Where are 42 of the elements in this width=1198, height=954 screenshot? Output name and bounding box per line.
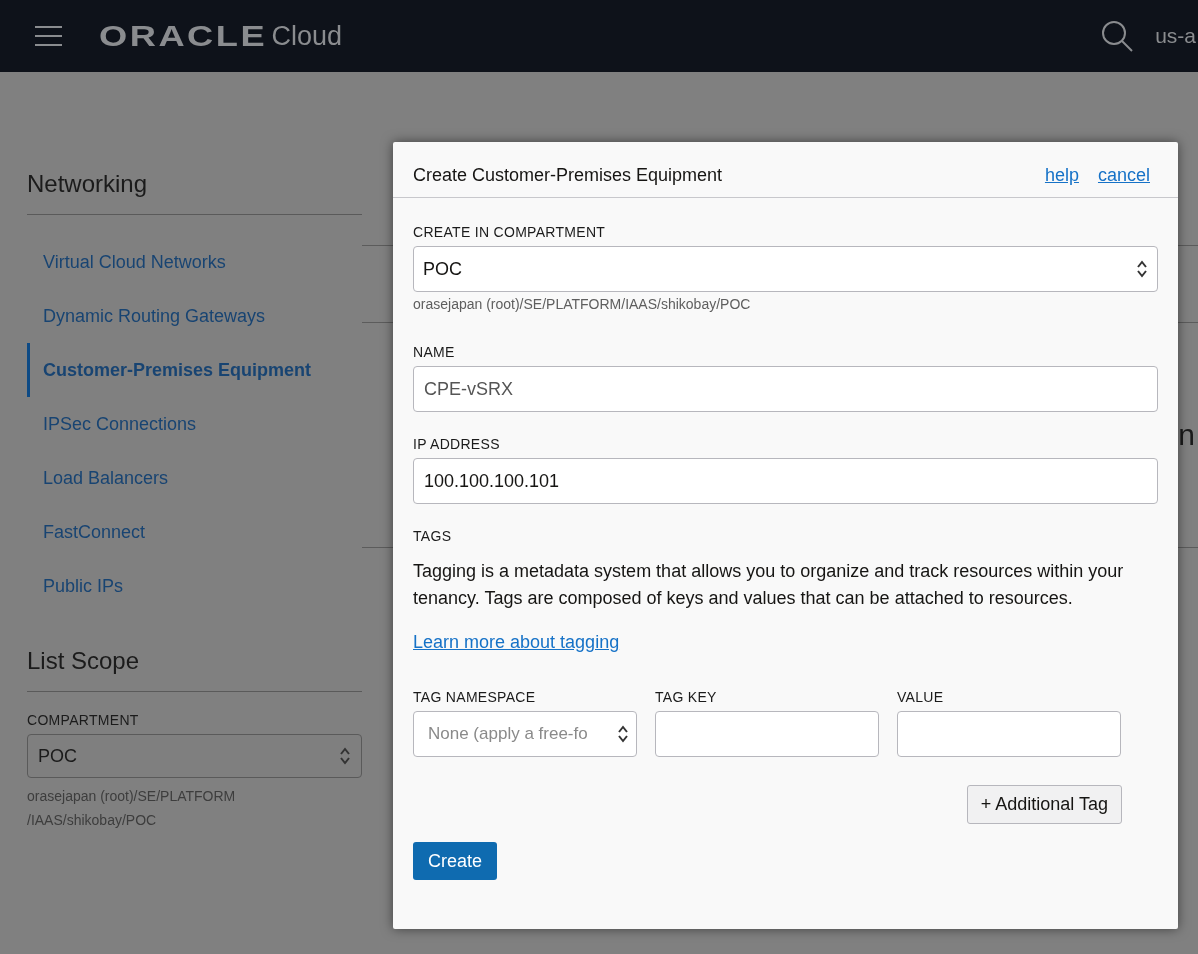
chevron-icon xyxy=(1136,259,1148,279)
tag-namespace-select[interactable]: None (apply a free-fo xyxy=(413,711,637,757)
page-heading: n xyxy=(1178,418,1196,452)
field-label: VALUE xyxy=(897,689,945,705)
sidebar-item[interactable]: Virtual Cloud Networks xyxy=(27,235,362,289)
field-label: IP ADDRESS xyxy=(413,436,501,452)
list-scope-title: List Scope xyxy=(27,647,362,692)
chevron-icon xyxy=(339,746,351,766)
help-link[interactable]: help xyxy=(1044,165,1079,186)
logo-product: Cloud xyxy=(271,20,342,52)
sidebar-title: Networking xyxy=(27,170,362,215)
sidebar-item[interactable]: FastConnect xyxy=(27,505,362,559)
cancel-link[interactable]: cancel xyxy=(1097,165,1150,186)
field-label: NAME xyxy=(413,344,456,360)
sidebar-item[interactable]: IPSec Connections xyxy=(27,397,362,451)
tag-key-field[interactable] xyxy=(655,711,879,757)
sidebar-item[interactable]: Public IPs xyxy=(27,559,362,613)
tag-value-field[interactable] xyxy=(897,711,1121,757)
logo-brand: ORACLE xyxy=(99,19,268,53)
sidebar-item[interactable]: Load Balancers xyxy=(27,451,362,505)
compartment-select[interactable]: POC xyxy=(27,734,362,778)
menu-icon[interactable] xyxy=(35,26,62,46)
field-label: TAGS xyxy=(413,528,453,544)
region-menu[interactable]: us-a xyxy=(1155,24,1196,48)
chevron-icon xyxy=(617,724,629,744)
field-label: TAG NAMESPACE xyxy=(413,689,537,705)
learn-more-link[interactable]: Learn more about tagging xyxy=(413,632,620,653)
field-label: TAG KEY xyxy=(655,689,718,705)
ip-address-field[interactable]: 100.100.100.101 xyxy=(413,458,1158,504)
tags-description: Tagging is a metadata system that allows you to organize and track resources within your tenancy. Tags are composed of keys and values that can be attached to resources. xyxy=(413,560,1125,610)
name-field[interactable]: CPE-vSRX xyxy=(413,366,1158,412)
compartment-path: orasejapan (root)/SE/PLATFORM/IAAS/shikobay/POC xyxy=(413,296,752,312)
field-label: CREATE IN COMPARTMENT xyxy=(413,224,607,240)
search-icon[interactable] xyxy=(1101,20,1134,52)
create-button[interactable]: Create xyxy=(413,842,498,880)
additional-tag-button[interactable]: + Additional Tag xyxy=(966,785,1122,824)
compartment-path: orasejapan (root)/SE/PLATFORM /IAAS/shikobay/POC xyxy=(27,787,237,830)
compartment-select[interactable]: POC xyxy=(413,246,1158,292)
sidebar-item[interactable]: Customer-Premises Equipment xyxy=(27,343,362,397)
compartment-label: COMPARTMENT xyxy=(27,712,140,728)
dialog-title: Create Customer-Premises Equipment xyxy=(413,165,724,186)
sidebar-item[interactable]: Dynamic Routing Gateways xyxy=(27,289,362,343)
